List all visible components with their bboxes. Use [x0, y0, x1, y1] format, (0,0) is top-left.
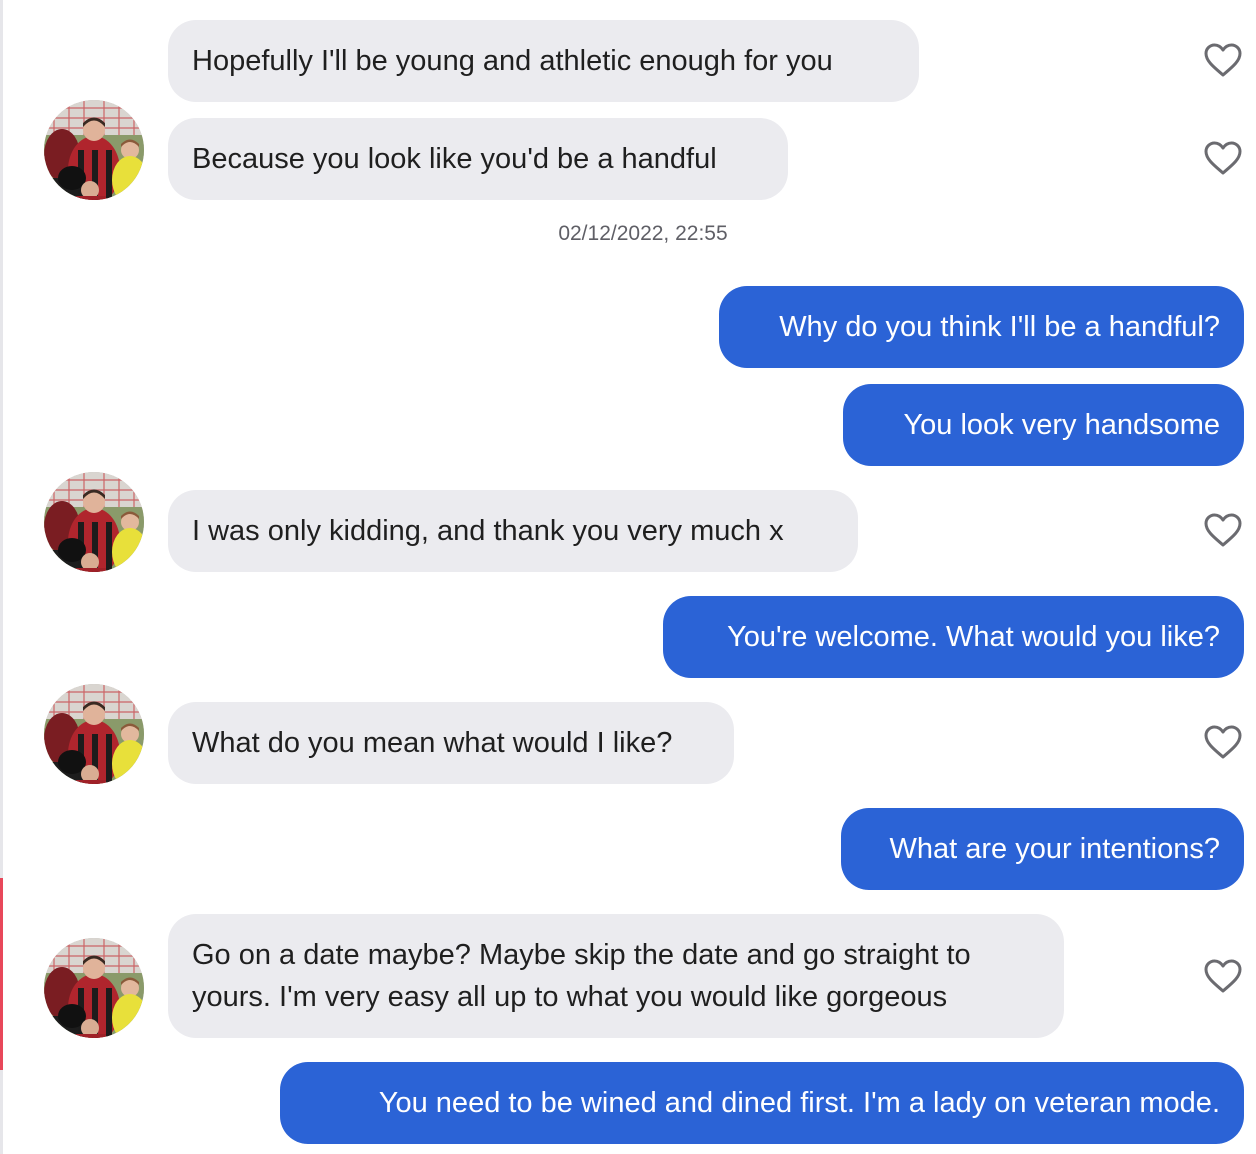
outgoing-message-bubble[interactable]: You look very handsome	[843, 384, 1244, 466]
message-text: You're welcome. What would you like?	[727, 621, 1220, 653]
outgoing-message-bubble[interactable]: You're welcome. What would you like?	[663, 596, 1244, 678]
message-text: Go on a date maybe? Maybe skip the date …	[192, 939, 971, 1013]
like-heart-icon[interactable]	[1203, 512, 1243, 548]
outgoing-message-bubble[interactable]: You need to be wined and dined first. I'…	[280, 1062, 1244, 1144]
message-text: Because you look like you'd be a handful	[192, 143, 717, 175]
like-heart-icon[interactable]	[1203, 958, 1243, 994]
chat-thread: Hopefully I'll be young and athletic eno…	[0, 0, 1256, 1154]
message-text: You need to be wined and dined first. I'…	[378, 1087, 1220, 1119]
like-heart-icon[interactable]	[1203, 140, 1243, 176]
left-panel-accent	[0, 878, 3, 1070]
message-text: Why do you think I'll be a handful?	[779, 311, 1220, 343]
sender-avatar[interactable]	[44, 684, 144, 784]
incoming-message-bubble[interactable]: Go on a date maybe? Maybe skip the date …	[168, 914, 1064, 1038]
incoming-message-bubble[interactable]: I was only kidding, and thank you very m…	[168, 490, 858, 572]
outgoing-message-bubble[interactable]: What are your intentions?	[841, 808, 1244, 890]
message-text: You look very handsome	[903, 409, 1220, 441]
message-text: Hopefully I'll be young and athletic eno…	[192, 45, 833, 77]
sender-avatar[interactable]	[44, 472, 144, 572]
message-text: What are your intentions?	[889, 833, 1220, 865]
message-timestamp: 02/12/2022, 22:55	[558, 222, 728, 245]
incoming-message-bubble[interactable]: What do you mean what would I like?	[168, 702, 734, 784]
incoming-message-bubble[interactable]: Hopefully I'll be young and athletic eno…	[168, 20, 919, 102]
outgoing-message-bubble[interactable]: Why do you think I'll be a handful?	[719, 286, 1244, 368]
incoming-message-bubble[interactable]: Because you look like you'd be a handful	[168, 118, 788, 200]
sender-avatar[interactable]	[44, 938, 144, 1038]
message-text: What do you mean what would I like?	[192, 727, 673, 759]
message-text: I was only kidding, and thank you very m…	[192, 515, 784, 547]
like-heart-icon[interactable]	[1203, 724, 1243, 760]
like-heart-icon[interactable]	[1203, 42, 1243, 78]
sender-avatar[interactable]	[44, 100, 144, 200]
